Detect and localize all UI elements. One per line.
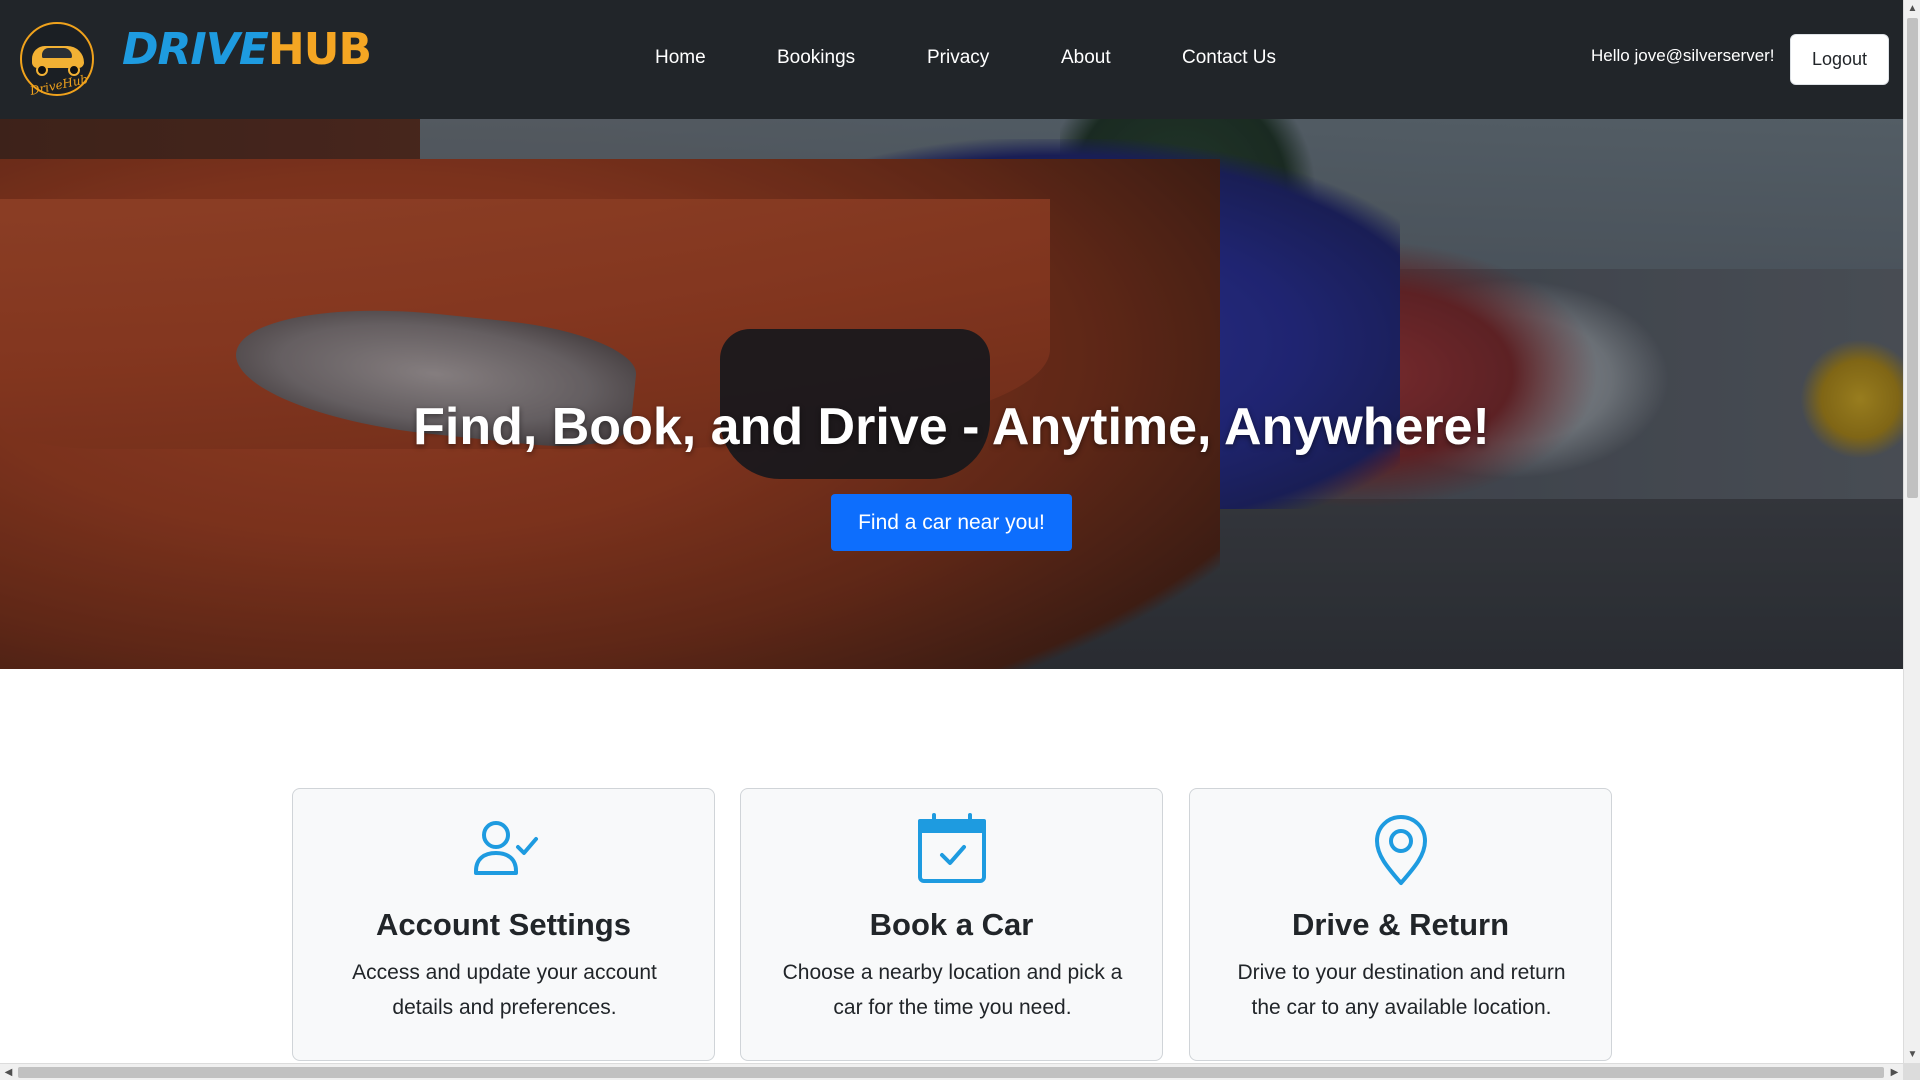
nav-item-about[interactable]: About — [1061, 47, 1111, 69]
scroll-left-arrow-icon[interactable]: ◀ — [0, 1064, 17, 1080]
hero-title: Find, Book, and Drive - Anytime, Anywher… — [413, 398, 1490, 456]
horizontal-scrollbar[interactable]: ◀ ▶ — [0, 1063, 1903, 1080]
feature-title: Drive & Return — [1291, 907, 1510, 942]
feature-card-book-a-car[interactable]: Book a Car Choose a nearby location and … — [740, 788, 1163, 1061]
map-pin-icon — [1190, 811, 1611, 887]
user-greeting: Hello jove@silverserver! — [1591, 46, 1775, 65]
scroll-right-arrow-icon[interactable]: ▶ — [1886, 1064, 1903, 1080]
nav-item-bookings[interactable]: Bookings — [777, 47, 855, 69]
feature-description: Choose a nearby location and pick a car … — [782, 961, 1123, 1019]
hero-banner: Find, Book, and Drive - Anytime, Anywher… — [0, 119, 1903, 669]
browser-viewport: DriveHub DRIVE HUB Home Bookings Privacy … — [0, 0, 1920, 1080]
feature-description: Access and update your account details a… — [352, 961, 657, 1019]
feature-card-drive-return[interactable]: Drive & Return Drive to your destination… — [1189, 788, 1612, 1061]
nav-item-contact-us[interactable]: Contact Us — [1182, 47, 1276, 69]
nav-item-home[interactable]: Home — [655, 47, 706, 69]
feature-card-account-settings[interactable]: Account Settings Access and update your … — [292, 788, 715, 1061]
horizontal-scroll-thumb[interactable] — [18, 1067, 1884, 1078]
scroll-up-arrow-icon[interactable]: ▲ — [1904, 0, 1920, 17]
scrollbar-corner — [1903, 1063, 1920, 1080]
vertical-scrollbar[interactable]: ▲ ▼ — [1903, 0, 1920, 1063]
user-check-icon — [293, 811, 714, 887]
scroll-down-arrow-icon[interactable]: ▼ — [1904, 1046, 1920, 1063]
find-car-button[interactable]: Find a car near you! — [831, 494, 1072, 551]
logout-button[interactable]: Logout — [1790, 34, 1889, 85]
calendar-check-icon — [741, 811, 1162, 887]
top-navbar: DriveHub DRIVE HUB Home Bookings Privacy … — [0, 0, 1903, 119]
hero-overlay — [0, 119, 1903, 669]
nav-item-privacy[interactable]: Privacy — [927, 47, 989, 69]
vertical-scroll-thumb[interactable] — [1907, 18, 1918, 498]
feature-description: Drive to your destination and return the… — [1237, 961, 1566, 1019]
feature-title: Book a Car — [869, 907, 1034, 942]
feature-title: Account Settings — [376, 907, 631, 942]
